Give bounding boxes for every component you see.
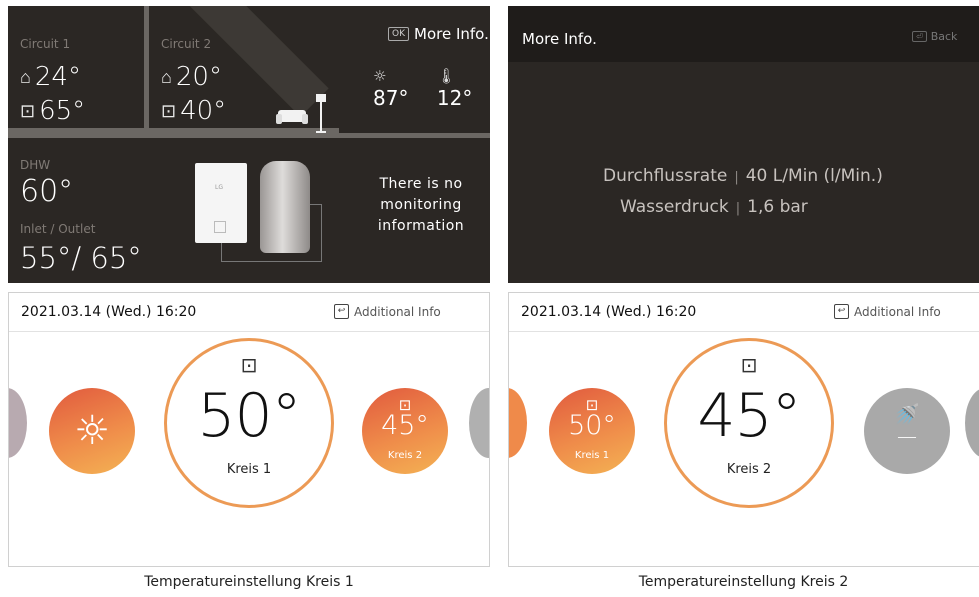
back-label: Back [930, 30, 958, 43]
additional-info-label: Additional Info [854, 304, 941, 319]
circuit1-water-temp: 65° [39, 96, 86, 126]
dhw-dash: — [897, 424, 917, 448]
flow-rate-label: Durchflussrate [603, 166, 728, 186]
additional-info-icon: ↩ [834, 304, 849, 319]
room-temp-icon: ⌂ [20, 66, 31, 88]
circuit1-title: Circuit 1 [20, 37, 71, 51]
prev-mode-circle[interactable] [9, 388, 27, 458]
kreis2-setpoint-dial[interactable]: ⊡ 45° Kreis 2 [664, 338, 834, 508]
dhw-temp: 60° [20, 174, 74, 209]
circuit2-water-temp: 40° [180, 96, 227, 126]
circuit1-water-temp-row: ⊡ 65° [20, 96, 85, 126]
water-pressure-label: Wasserdruck [620, 197, 729, 217]
lamp-icon [316, 94, 326, 133]
outdoor-temps: ☼ 87° 🌡12° [373, 62, 490, 110]
next-mode-circle[interactable] [469, 388, 489, 458]
circuit2-title: Circuit 2 [161, 37, 212, 51]
next-mode-circle[interactable] [965, 388, 979, 458]
lg-logo: LG [215, 184, 223, 191]
no-monitoring-message: There is no monitoring information [377, 176, 465, 234]
ok-key-icon: OK [388, 27, 409, 41]
more-info-label: More Info. [414, 25, 489, 43]
circuit2-water-temp-row: ⊡ 40° [161, 96, 226, 126]
sun-mode-button[interactable]: ☼ [49, 388, 135, 474]
water-pressure-row: Wasserdruck | 1,6 bar [620, 197, 808, 217]
datetime: 2021.03.14 (Wed.) 16:20 [21, 304, 197, 320]
room-temp-icon: ⌂ [161, 66, 172, 88]
kreis2-setpoint: 45° [697, 381, 801, 451]
kreis1-mini-button[interactable]: ⊡ 50° Kreis 1 [549, 388, 635, 474]
water-temp-icon: ⊡ [740, 353, 758, 377]
thermometer-icon: 🌡 [436, 67, 456, 85]
circuit2-room-temp: 20° [175, 62, 222, 92]
circuit2-zone[interactable]: Circuit 2 ⌂ 20° ⊡ 40° [149, 6, 339, 133]
sun-icon: ☼ [74, 408, 110, 454]
additional-info-button[interactable]: ↩ Additional Info [834, 304, 941, 319]
pipe [221, 243, 222, 261]
datetime: 2021.03.14 (Wed.) 16:20 [521, 304, 697, 320]
circuit1-zone[interactable]: Circuit 1 ⌂ 24° ⊡ 65° [8, 6, 149, 133]
back-button[interactable]: ⏎ Back [912, 30, 957, 43]
inlet-outlet-temp: 55°/ 65° [20, 241, 142, 275]
water-tank-icon [260, 161, 310, 253]
water-pressure-value: 1,6 bar [747, 197, 808, 217]
kreis2-label: Kreis 2 [726, 462, 772, 477]
outdoor-temp-2: 12° [436, 86, 473, 110]
water-temp-icon: ⊡ [240, 353, 258, 377]
additional-info-label: Additional Info [354, 304, 441, 319]
kreis1-label: Kreis 1 [226, 462, 272, 477]
flow-rate-row: Durchflussrate | 40 L/Min (l/Min.) [603, 166, 883, 186]
heat-pump-unit-icon: LG [195, 163, 247, 243]
additional-info-icon: ↩ [334, 304, 349, 319]
page: Circuit 1 ⌂ 24° ⊡ 65° Circuit 2 ⌂ 20° ⊡ … [0, 0, 979, 597]
circuit1-room-temp: 24° [34, 62, 81, 92]
more-info-button[interactable]: OK More Info. [388, 25, 489, 43]
header-divider [509, 331, 979, 332]
additional-info-button[interactable]: ↩ Additional Info [334, 304, 441, 319]
caption-kreis2: Temperatureinstellung Kreis 2 [638, 574, 849, 590]
outdoor-temp-1: 87° [373, 86, 409, 110]
header-divider [9, 331, 489, 332]
dhw-title: DHW [20, 158, 51, 172]
kreis2-mini-temp: 45° [381, 410, 429, 441]
prev-mode-circle[interactable] [509, 388, 527, 458]
home-overview-panel: Circuit 1 ⌂ 24° ⊡ 65° Circuit 2 ⌂ 20° ⊡ … [8, 6, 490, 283]
shower-icon: 🚿 [894, 402, 920, 426]
sun-thermometer-icon: ☼ [373, 67, 387, 85]
inlet-outlet-title: Inlet / Outlet [20, 222, 96, 236]
dhw-mode-button[interactable]: 🚿 — [864, 388, 950, 474]
circuit2-room-temp-row: ⌂ 20° [161, 62, 222, 92]
more-info-panel: More Info. ⏎ Back Durchflussrate | 40 L/Mi… [508, 6, 979, 283]
kreis2-mini-label: Kreis 2 [387, 450, 423, 461]
floor-divider [8, 133, 490, 138]
more-info-title: More Info. [522, 30, 597, 48]
flow-rate-value: 40 L/Min (l/Min.) [745, 166, 883, 186]
kreis1-mini-label: Kreis 1 [574, 450, 610, 461]
temp-setting-kreis1-screen: 2021.03.14 (Wed.) 16:20 ↩ Additional Inf… [8, 292, 490, 567]
water-temp-icon: ⊡ [161, 100, 177, 122]
kreis1-setpoint-dial[interactable]: ⊡ 50° Kreis 1 [164, 338, 334, 508]
kreis1-setpoint: 50° [197, 381, 301, 451]
sofa-icon [276, 110, 308, 124]
kreis2-mini-button[interactable]: ⊡ 45° Kreis 2 [362, 388, 448, 474]
water-temp-icon: ⊡ [20, 100, 36, 122]
circuit1-room-temp-row: ⌂ 24° [20, 62, 81, 92]
kreis1-mini-temp: 50° [568, 410, 616, 441]
caption-kreis1: Temperatureinstellung Kreis 1 [144, 574, 354, 590]
pipe [310, 204, 322, 262]
temp-setting-kreis2-screen: 2021.03.14 (Wed.) 16:20 ↩ Additional Inf… [508, 292, 979, 567]
pipe [221, 261, 321, 262]
more-info-header: More Info. ⏎ Back [508, 6, 979, 62]
back-key-icon: ⏎ [912, 31, 927, 42]
